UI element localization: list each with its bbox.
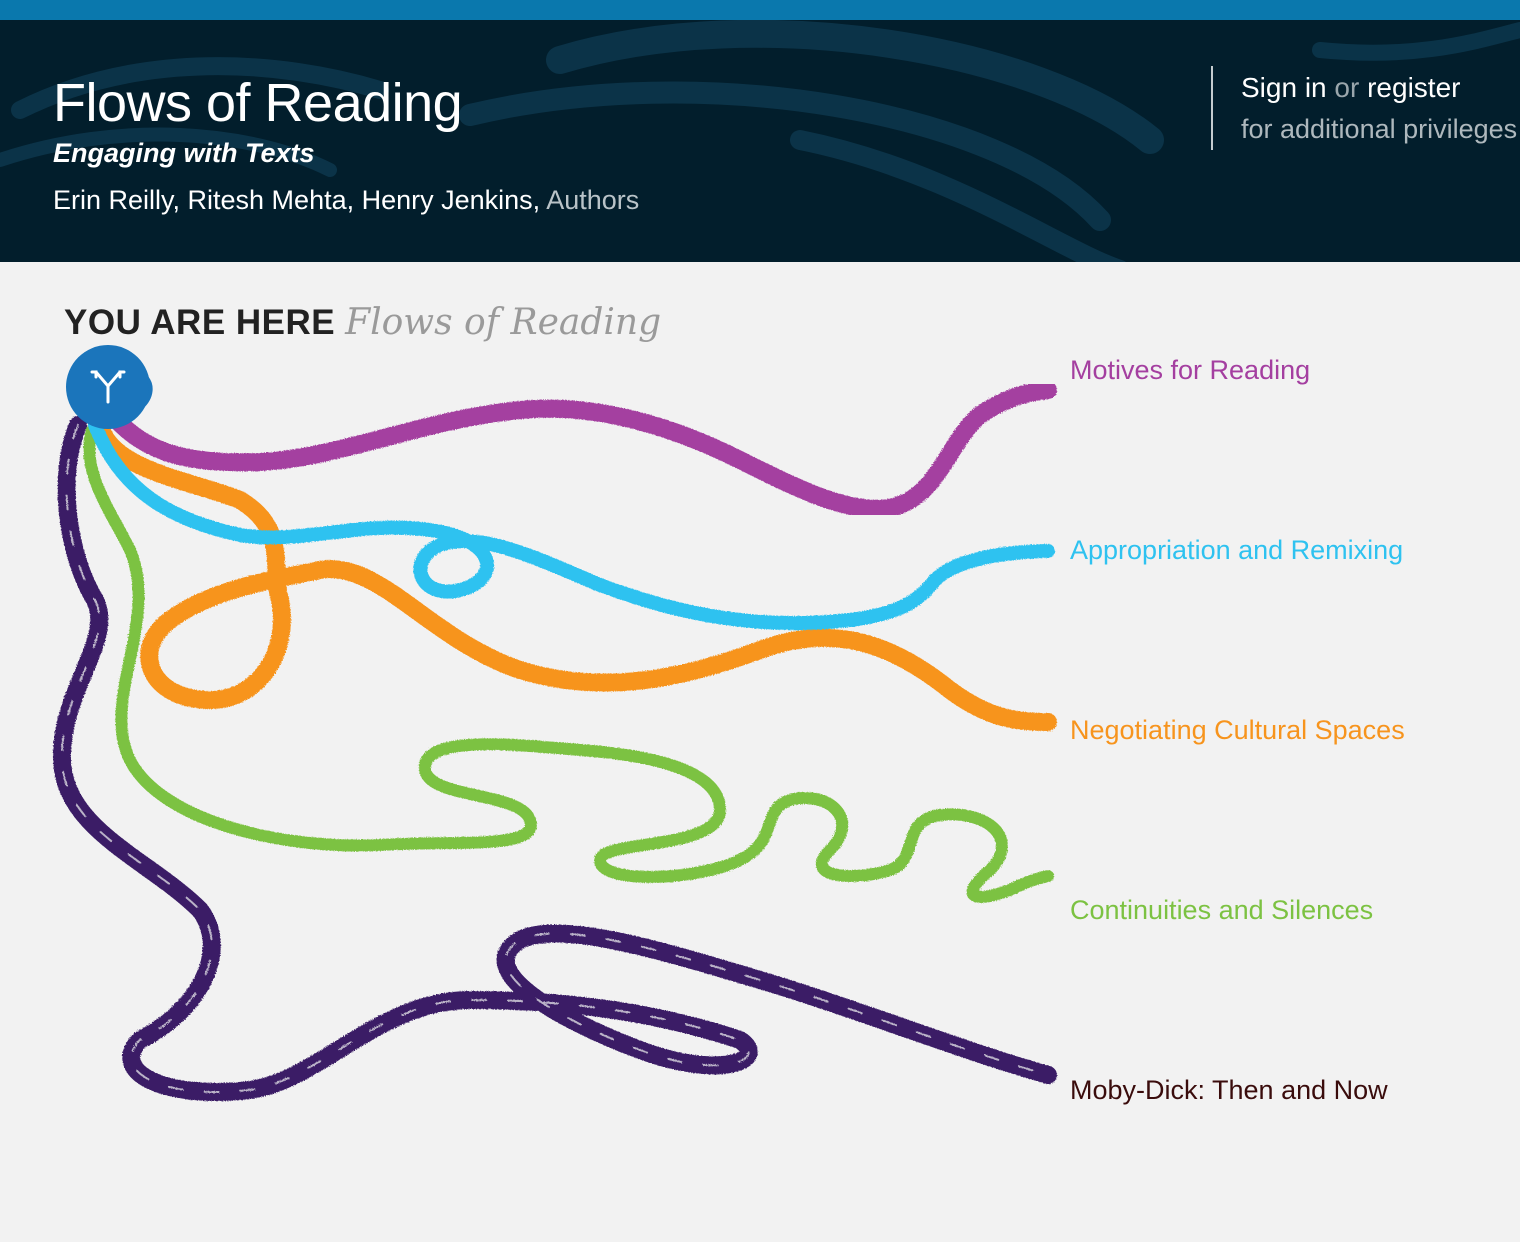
author-names: Erin Reilly, Ritesh Mehta, Henry Jenkins… <box>53 185 541 215</box>
sign-in-link[interactable]: Sign in <box>1241 72 1327 103</box>
path-link-continuities[interactable]: Continuities and Silences <box>1070 895 1373 926</box>
path-link-appropriation[interactable]: Appropriation and Remixing <box>1070 535 1403 566</box>
register-link[interactable]: register <box>1367 72 1460 103</box>
path-link-motives[interactable]: Motives for Reading <box>1070 355 1310 386</box>
auth-or-text: or <box>1334 72 1360 103</box>
path-link-moby-dick[interactable]: Moby-Dick: Then and Now <box>1070 1075 1388 1106</box>
auth-divider <box>1211 66 1213 150</box>
top-accent-bar <box>0 0 1520 20</box>
book-title: Flows of Reading <box>53 73 463 133</box>
authors-line: Erin Reilly, Ritesh Mehta, Henry Jenkins… <box>53 185 639 216</box>
fork-arrows-icon[interactable] <box>66 345 153 429</box>
authors-role: Authors <box>546 185 640 215</box>
flow-motives[interactable] <box>99 381 1057 518</box>
auth-links: Sign in or register <box>1241 72 1460 104</box>
book-subtitle: Engaging with Texts <box>53 138 315 168</box>
path-link-negotiating[interactable]: Negotiating Cultural Spaces <box>1070 715 1405 746</box>
site-header: Flows of Reading Engaging with Texts Eri… <box>0 20 1520 262</box>
auth-privileges-text: for additional privileges <box>1241 114 1518 144</box>
